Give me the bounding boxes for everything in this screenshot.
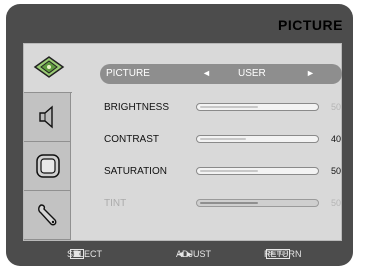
- audio-icon: [39, 105, 53, 129]
- setup-key-icon: SETUP: [266, 249, 291, 259]
- display-icon: [36, 154, 60, 178]
- tab-picture[interactable]: [24, 44, 72, 93]
- osd-menu-window: PICTURE PICTURE ◄ USER ► BRIGHTNESS 50 C…: [6, 4, 353, 266]
- contrast-value: 40: [331, 134, 342, 144]
- setup-wrench-icon: [38, 204, 57, 226]
- menu-tabs: [24, 44, 72, 240]
- tint-row: TINT 50: [104, 196, 342, 214]
- tab-audio[interactable]: [24, 93, 71, 142]
- saturation-row[interactable]: SATURATION 50: [104, 164, 342, 182]
- tint-slider: [196, 199, 319, 207]
- picture-icon: [33, 56, 65, 78]
- contrast-label: CONTRAST: [104, 134, 159, 145]
- tab-display[interactable]: [24, 142, 71, 191]
- saturation-slider[interactable]: [196, 167, 319, 175]
- picture-mode-label: PICTURE: [106, 68, 150, 79]
- tint-label: TINT: [104, 198, 127, 209]
- saturation-label: SATURATION: [104, 166, 167, 177]
- brightness-slider[interactable]: [196, 103, 319, 111]
- left-right-arrows-icon: ◄►: [176, 249, 194, 259]
- picture-mode-selector[interactable]: PICTURE ◄ USER ►: [100, 64, 342, 84]
- brightness-label: BRIGHTNESS: [104, 102, 170, 113]
- tab-setup[interactable]: [24, 191, 71, 240]
- contrast-row[interactable]: CONTRAST 40: [104, 132, 342, 150]
- down-key-icon: [70, 249, 84, 259]
- picture-mode-right-arrow[interactable]: ►: [306, 68, 315, 78]
- brightness-row[interactable]: BRIGHTNESS 50: [104, 100, 342, 118]
- picture-mode-value: USER: [238, 68, 266, 79]
- menu-title: PICTURE: [278, 17, 343, 33]
- contrast-slider[interactable]: [196, 135, 319, 143]
- saturation-value: 50: [331, 166, 342, 176]
- menu-panel: PICTURE ◄ USER ► BRIGHTNESS 50 CONTRAST …: [23, 43, 342, 241]
- tint-value: 50: [331, 198, 342, 208]
- picture-mode-left-arrow[interactable]: ◄: [202, 68, 211, 78]
- brightness-value: 50: [331, 102, 342, 112]
